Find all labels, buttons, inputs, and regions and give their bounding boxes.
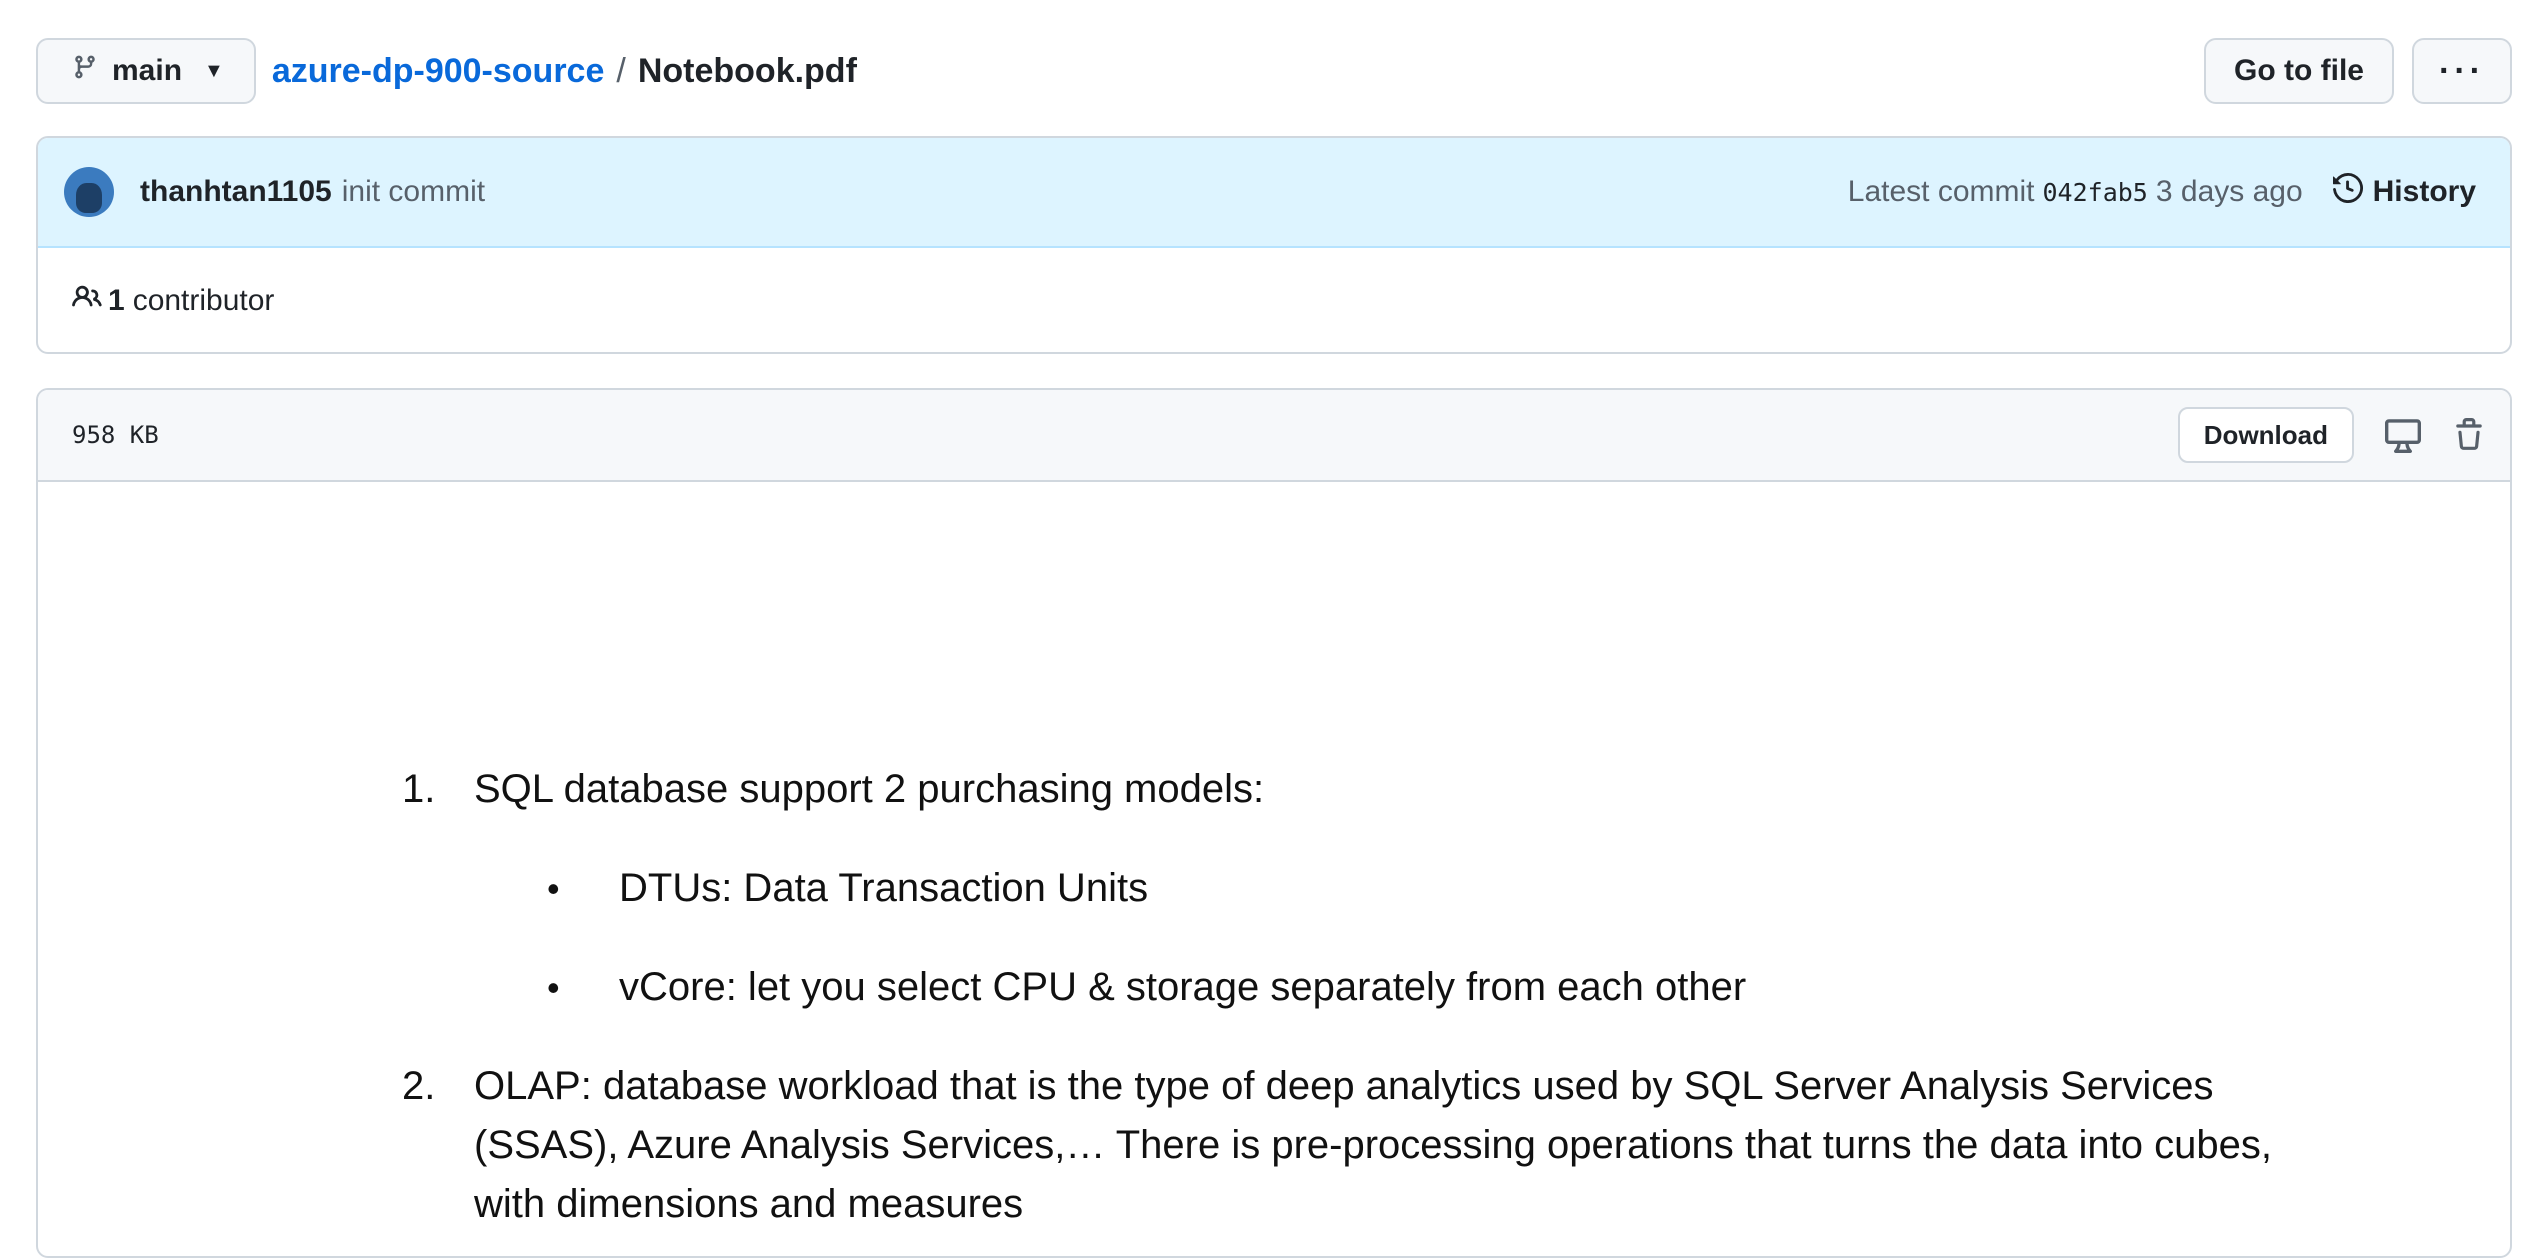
history-button[interactable]: History (2332, 172, 2476, 211)
avatar[interactable] (64, 167, 114, 217)
list-text: OLAP: database workload that is the type… (474, 1064, 2272, 1226)
more-options-button[interactable]: ··· (2412, 38, 2512, 104)
list-number: 2. (402, 1064, 436, 1108)
pdf-document: 1. SQL database support 2 purchasing mod… (402, 760, 2282, 1234)
latest-commit-label: Latest commit (1847, 175, 2035, 208)
breadcrumb-separator: / (616, 51, 626, 90)
download-button[interactable]: Download (2177, 407, 2354, 463)
bullet-item: • vCore: let you select CPU & storage se… (547, 958, 2282, 1017)
caret-down-icon: ▼ (204, 59, 224, 82)
commit-author[interactable]: thanhtan1105 (140, 175, 332, 209)
file-nav-bar: main ▼ azure-dp-900-source / Notebook.pd… (36, 38, 2512, 104)
commit-sha[interactable]: 042fab5 (2043, 178, 2148, 207)
commit-age: 3 days ago (2155, 175, 2303, 208)
list-number: 1. (402, 767, 436, 811)
bullet-glyph: • (547, 967, 560, 1008)
bullet-text: DTUs: Data Transaction Units (619, 866, 1149, 910)
history-icon (2332, 172, 2363, 211)
contributor-label: contributor (132, 284, 275, 317)
latest-commit-row: thanhtan1105 init commit Latest commit 0… (38, 138, 2510, 248)
contributors-row[interactable]: 1 contributor (38, 248, 2510, 352)
contributor-count: 1 (108, 284, 125, 317)
file-header: 958 KB Download (38, 390, 2510, 482)
commit-box: thanhtan1105 init commit Latest commit 0… (36, 136, 2512, 354)
branch-name: main (112, 54, 183, 87)
trash-icon[interactable] (2452, 417, 2486, 453)
list-text: SQL database support 2 purchasing models… (474, 767, 1265, 811)
bullet-text: vCore: let you select CPU & storage sepa… (619, 965, 1747, 1009)
people-icon (72, 282, 102, 320)
history-label: History (2372, 175, 2476, 208)
list-item: 1. SQL database support 2 purchasing mod… (402, 760, 2282, 819)
file-viewer: 958 KB Download 1. SQL database support … (36, 388, 2512, 1258)
commit-message[interactable]: init commit (342, 175, 485, 209)
file-name: Notebook.pdf (637, 51, 857, 90)
bullet-glyph: • (547, 868, 560, 909)
go-to-file-button[interactable]: Go to file (2204, 38, 2394, 104)
desktop-icon[interactable] (2384, 417, 2422, 453)
file-size: 958 KB (72, 421, 159, 449)
bullet-item: • DTUs: Data Transaction Units (547, 859, 2282, 918)
repo-link[interactable]: azure-dp-900-source (272, 52, 605, 91)
breadcrumb: azure-dp-900-source / Notebook.pdf (272, 52, 857, 91)
list-item: 2. OLAP: database workload that is the t… (402, 1057, 2282, 1234)
branch-selector-button[interactable]: main ▼ (36, 38, 256, 104)
git-branch-icon (72, 52, 98, 90)
